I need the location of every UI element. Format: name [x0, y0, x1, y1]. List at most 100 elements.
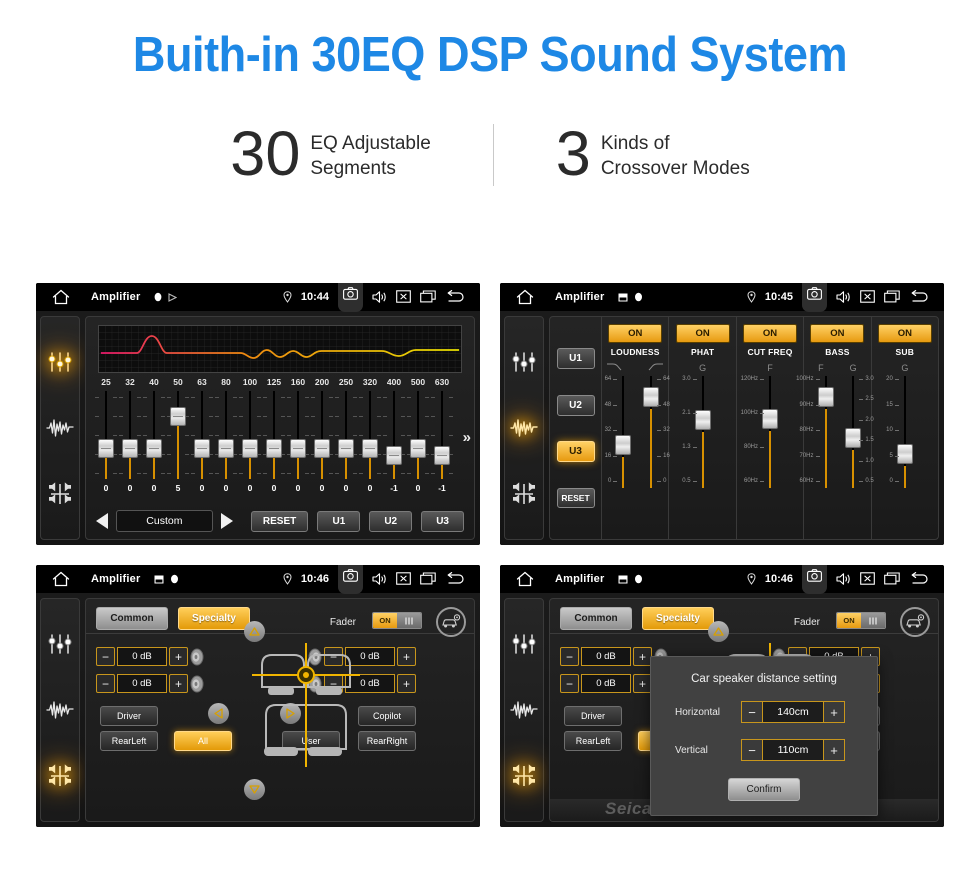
sidebar-item-balance[interactable]: [46, 480, 74, 508]
reset-button[interactable]: RESET: [250, 510, 309, 532]
dsp-slider[interactable]: 64 48 32 16 0: [643, 376, 670, 488]
preset-u3-button[interactable]: U3: [421, 510, 465, 532]
sidebar-item-sound-effect[interactable]: [46, 696, 74, 724]
horizontal-plus-button[interactable]: +: [823, 701, 845, 723]
volume-button[interactable]: [836, 290, 851, 304]
back-button[interactable]: [444, 290, 466, 304]
arrow-left-button[interactable]: [208, 703, 229, 724]
sidebar-item-sound-effect[interactable]: [510, 414, 538, 442]
sidebar-item-equalizer[interactable]: [510, 348, 538, 376]
eq-slider[interactable]: [190, 391, 214, 479]
dsp-slider-knob[interactable]: [762, 409, 779, 429]
dsp-slider-knob[interactable]: [817, 387, 834, 407]
eq-knob[interactable]: [362, 439, 378, 458]
decrement-button[interactable]: −: [96, 647, 115, 666]
gain-stepper-front-left[interactable]: −0 dB +: [96, 647, 204, 666]
increment-button[interactable]: +: [169, 647, 188, 666]
decrement-button[interactable]: −: [560, 674, 579, 693]
seat-button-rearleft[interactable]: RearLeft: [564, 731, 622, 751]
camera-button[interactable]: [338, 565, 363, 594]
back-button[interactable]: [444, 572, 466, 586]
increment-button[interactable]: +: [169, 674, 188, 693]
dsp-toggle-button[interactable]: ON: [608, 324, 663, 343]
dsp-slider-knob[interactable]: [694, 410, 711, 430]
seat-button-driver[interactable]: Driver: [564, 706, 622, 726]
tab-specialty[interactable]: Specialty: [642, 607, 714, 630]
volume-button[interactable]: [836, 572, 851, 586]
preset-u3-button[interactable]: U3: [556, 441, 595, 463]
triangle-left-icon[interactable]: [96, 513, 108, 529]
seat-button-all[interactable]: All: [174, 731, 232, 751]
dsp-slider[interactable]: 3.0 2.1 1.3 0.5: [682, 376, 711, 488]
close-button[interactable]: [860, 572, 875, 586]
dsp-slider-knob[interactable]: [643, 387, 660, 407]
dsp-toggle-button[interactable]: ON: [810, 324, 865, 343]
dsp-toggle-button[interactable]: ON: [877, 324, 932, 343]
preset-name[interactable]: Custom: [116, 510, 213, 532]
dsp-slider[interactable]: 3.0 2.5 2.0 1.5 1.0 0.5: [845, 376, 874, 488]
dsp-slider[interactable]: 64 48 32 16 0: [605, 376, 632, 488]
sidebar-item-equalizer[interactable]: [46, 348, 74, 376]
eq-slider[interactable]: [118, 391, 142, 479]
camera-button[interactable]: [338, 283, 363, 312]
eq-knob[interactable]: [410, 439, 426, 458]
eq-slider[interactable]: [238, 391, 262, 479]
vertical-stepper[interactable]: − 110cm +: [741, 739, 845, 761]
back-button[interactable]: [908, 290, 930, 304]
recents-button[interactable]: [420, 572, 436, 586]
seat-diagram-wrap[interactable]: [246, 639, 366, 809]
home-icon[interactable]: [52, 571, 70, 587]
tab-specialty[interactable]: Specialty: [178, 607, 250, 630]
tab-common[interactable]: Common: [560, 607, 632, 630]
home-icon[interactable]: [516, 571, 534, 587]
eq-knob[interactable]: [170, 406, 186, 426]
camera-button[interactable]: [802, 283, 827, 312]
dsp-slider[interactable]: 120Hz 100Hz 80Hz 60Hz: [741, 376, 779, 488]
preset-u2-button[interactable]: U2: [556, 394, 595, 416]
eq-slider[interactable]: [406, 391, 430, 479]
car-settings-button[interactable]: [900, 607, 930, 637]
dsp-slider-knob[interactable]: [896, 444, 913, 464]
eq-knob[interactable]: [98, 439, 114, 458]
recents-button[interactable]: [884, 290, 900, 304]
eq-knob[interactable]: [290, 439, 306, 458]
fader-toggle[interactable]: ON: [372, 612, 422, 629]
gain-stepper-rear-left[interactable]: −0 dB +: [96, 674, 204, 693]
camera-button[interactable]: [802, 565, 827, 594]
eq-slider[interactable]: [142, 391, 166, 479]
eq-knob[interactable]: [194, 439, 210, 458]
vertical-plus-button[interactable]: +: [823, 739, 845, 761]
eq-slider[interactable]: [286, 391, 310, 479]
close-button[interactable]: [396, 290, 411, 304]
eq-knob[interactable]: [386, 445, 402, 465]
eq-slider-bank[interactable]: [94, 391, 454, 479]
dsp-toggle-button[interactable]: ON: [743, 324, 798, 343]
eq-slider[interactable]: [310, 391, 334, 479]
recents-button[interactable]: [420, 290, 436, 304]
close-button[interactable]: [860, 290, 875, 304]
preset-u2-button[interactable]: U2: [369, 510, 413, 532]
seat-button-copilot[interactable]: Copilot: [358, 706, 416, 726]
preset-u1-button[interactable]: U1: [556, 348, 595, 370]
eq-knob[interactable]: [146, 439, 162, 458]
eq-slider[interactable]: [334, 391, 358, 479]
eq-knob[interactable]: [218, 439, 234, 458]
increment-button[interactable]: +: [397, 674, 416, 693]
volume-button[interactable]: [372, 572, 387, 586]
dsp-slider-knob[interactable]: [845, 428, 862, 448]
home-icon[interactable]: [52, 289, 70, 305]
sidebar-item-equalizer[interactable]: [46, 630, 74, 658]
eq-knob[interactable]: [266, 439, 282, 458]
reset-button[interactable]: RESET: [556, 487, 595, 508]
eq-slider[interactable]: [382, 391, 406, 479]
confirm-button[interactable]: Confirm: [728, 778, 800, 801]
dsp-toggle-button[interactable]: ON: [675, 324, 730, 343]
eq-slider[interactable]: [262, 391, 286, 479]
eq-knob[interactable]: [122, 439, 138, 458]
sidebar-item-equalizer[interactable]: [510, 630, 538, 658]
eq-knob[interactable]: [314, 439, 330, 458]
triangle-right-icon[interactable]: [220, 513, 233, 529]
sidebar-item-balance[interactable]: [510, 480, 538, 508]
eq-slider[interactable]: [214, 391, 238, 479]
car-settings-button[interactable]: [436, 607, 466, 637]
